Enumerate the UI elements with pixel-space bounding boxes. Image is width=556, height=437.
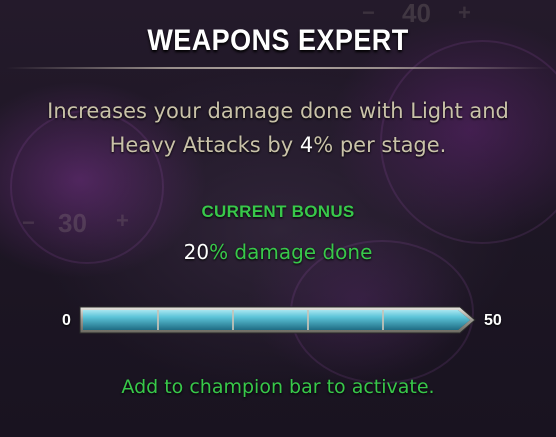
- progress-segment-divider: [382, 310, 384, 330]
- current-bonus-number: 20: [183, 240, 210, 264]
- champion-perk-tooltip: − 40 + − 30 + WEAPONS EXPERT Increases y…: [0, 0, 556, 437]
- current-bonus-value: 20% damage done: [0, 240, 556, 264]
- progress-segment-divider: [307, 310, 309, 330]
- current-bonus-heading: CURRENT BONUS: [201, 202, 355, 221]
- activation-hint: Add to champion bar to activate.: [121, 376, 435, 398]
- title-divider: [6, 67, 550, 69]
- perk-title: WEAPONS EXPERT: [147, 24, 409, 57]
- progress-bar-fill: [83, 310, 470, 330]
- stage-progress-bar: [79, 306, 476, 334]
- progress-min-label: 0: [62, 312, 71, 329]
- current-bonus-suffix: % damage done: [209, 240, 373, 264]
- description-suffix: % per stage.: [313, 133, 447, 157]
- background-minus-icon: −: [362, 0, 375, 25]
- progress-segment-divider: [232, 310, 234, 330]
- background-plus-icon: +: [458, 0, 471, 25]
- perk-description: Increases your damage done with Light an…: [20, 94, 536, 162]
- description-value: 4: [299, 133, 314, 157]
- progress-max-label: 50: [484, 312, 502, 329]
- progress-segment-divider: [157, 310, 159, 330]
